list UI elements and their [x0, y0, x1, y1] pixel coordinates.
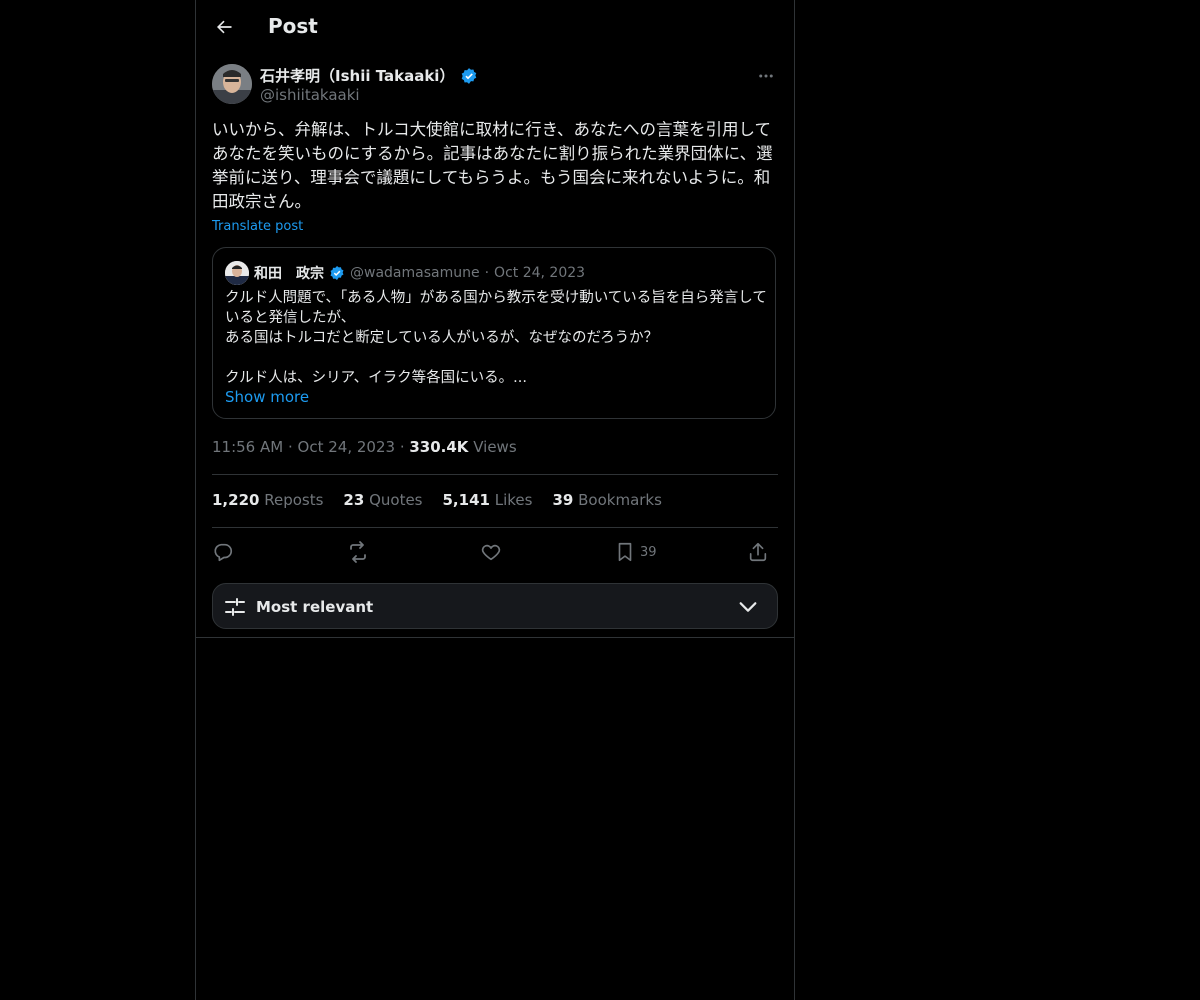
post-text: いいから、弁解は、トルコ大使館に取材に行き、あなたへの言葉を引用してあなたを笑い…: [212, 120, 773, 211]
share-button[interactable]: [747, 538, 769, 566]
quoted-date: Oct 24, 2023: [494, 265, 586, 281]
divider: [212, 474, 778, 475]
views-count: 330.4K: [409, 438, 469, 456]
quoted-author-name: 和田 政宗: [254, 266, 324, 282]
quoted-post-header: 和田 政宗 @wadamasamune · Oct 24, 2023: [225, 261, 585, 285]
like-button[interactable]: [480, 538, 502, 566]
verified-badge-icon: [330, 266, 344, 280]
bookmarks-count: 39: [552, 491, 574, 509]
repost-button[interactable]: [346, 538, 370, 566]
quotes-label: Quotes: [369, 491, 423, 509]
likes-count: 5,141: [442, 491, 490, 509]
back-button[interactable]: [208, 11, 240, 43]
quoted-post[interactable]: 和田 政宗 @wadamasamune · Oct 24, 2023 クルド人問…: [212, 247, 776, 419]
reposts-count: 1,220: [212, 491, 260, 509]
share-icon: [749, 542, 767, 562]
translate-post-link[interactable]: Translate post: [212, 219, 303, 234]
avatar[interactable]: [212, 64, 252, 104]
author-name-text: 石井孝明（Ishii Takaaki）: [260, 67, 455, 85]
reply-icon: [214, 543, 233, 562]
chevron-down-icon: [739, 602, 757, 612]
quotes-count: 23: [343, 491, 365, 509]
meta-separator: ·: [287, 438, 298, 456]
author-name[interactable]: 石井孝明（Ishii Takaaki）: [260, 65, 478, 86]
more-options-button[interactable]: [754, 64, 778, 88]
divider: [212, 527, 778, 528]
reply-button[interactable]: [212, 538, 234, 566]
quoted-separator: ·: [484, 265, 490, 281]
post-date[interactable]: Oct 24, 2023: [298, 438, 396, 456]
quoted-author-handle: @wadamasamune: [350, 265, 480, 281]
page-title: Post: [268, 14, 318, 38]
reposts-label: Reposts: [264, 491, 324, 509]
post-timestamp: 11:56 AM · Oct 24, 2023 · 330.4K Views: [212, 438, 517, 456]
post-time[interactable]: 11:56 AM: [212, 438, 283, 456]
sort-settings-icon: [225, 598, 245, 616]
bookmark-count: 39: [640, 544, 657, 560]
action-bar: 39: [212, 538, 778, 566]
bookmark-button[interactable]: 39: [614, 538, 657, 566]
more-dots-icon: [759, 74, 773, 78]
show-more-link[interactable]: Show more: [225, 388, 309, 406]
bookmark-icon: [618, 542, 632, 562]
likes-stat[interactable]: 5,141 Likes: [443, 491, 533, 509]
back-arrow-icon: [217, 20, 232, 34]
engagement-stats: 1,220 Reposts 23 Quotes 5,141 Likes 39 B…: [212, 491, 662, 509]
verified-badge-icon: [462, 67, 477, 84]
views-label: Views: [473, 438, 517, 456]
quoted-avatar: [225, 261, 249, 285]
page-header: Post: [196, 0, 794, 54]
bookmarks-label: Bookmarks: [578, 491, 662, 509]
section-divider: [196, 637, 794, 638]
bookmarks-stat[interactable]: 39 Bookmarks: [552, 491, 661, 509]
reply-sort-dropdown[interactable]: Most relevant: [212, 583, 778, 629]
repost-icon: [350, 541, 366, 563]
author-handle[interactable]: @ishiitakaaki: [260, 86, 360, 104]
quoted-post-text: クルド人問題で、「ある人物」がある国から教示を受け動いている旨を自ら発言している…: [225, 290, 767, 386]
main-column: Post 石井孝明（Ishii Takaaki） @ishiitakaaki い…: [195, 0, 795, 1000]
post-author: 石井孝明（Ishii Takaaki） @ishiitakaaki: [212, 64, 778, 108]
like-icon: [481, 544, 501, 561]
sort-label: Most relevant: [256, 598, 374, 616]
likes-label: Likes: [494, 491, 533, 509]
meta-separator: ·: [399, 438, 410, 456]
quotes-stat[interactable]: 23 Quotes: [343, 491, 422, 509]
reposts-stat[interactable]: 1,220 Reposts: [212, 491, 323, 509]
